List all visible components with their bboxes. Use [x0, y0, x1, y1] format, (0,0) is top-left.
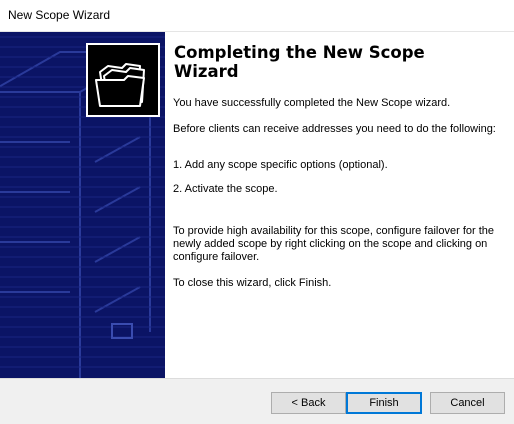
window-title: New Scope Wizard — [8, 8, 111, 22]
step-2-text: 2. Activate the scope. — [173, 183, 278, 195]
folder-stack-icon — [86, 43, 160, 117]
wizard-content: Completing the New Scope Wizard You have… — [165, 32, 514, 378]
page-heading: Completing the New Scope Wizard — [174, 43, 425, 81]
success-text: You have successfully completed the New … — [173, 97, 451, 109]
failover-text: To provide high availability for this sc… — [173, 225, 495, 263]
finish-button[interactable]: Finish — [346, 392, 422, 414]
title-bar[interactable]: New Scope Wizard — [0, 0, 514, 32]
close-text: To close this wizard, click Finish. — [173, 277, 332, 289]
wizard-window: New Scope Wizard Completing the New Scop… — [0, 0, 514, 424]
wizard-banner — [0, 32, 165, 378]
intro-text: Before clients can receive addresses you… — [173, 123, 496, 135]
back-button[interactable]: < Back — [271, 392, 346, 414]
cancel-button[interactable]: Cancel — [430, 392, 505, 414]
step-1-text: 1. Add any scope specific options (optio… — [173, 159, 388, 171]
server-graphic — [0, 36, 165, 378]
